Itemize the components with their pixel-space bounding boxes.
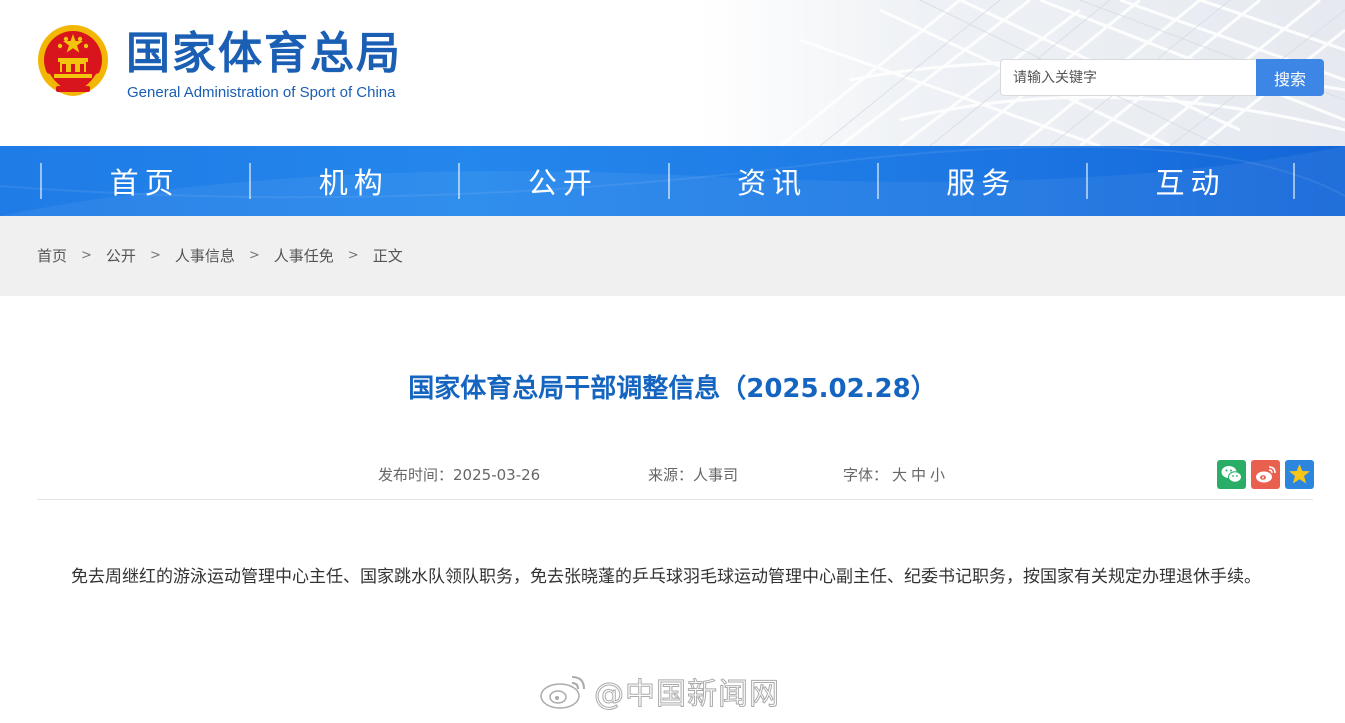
watermark-text: @中国新闻网 <box>594 677 780 713</box>
watermark: @中国新闻网 <box>538 668 780 714</box>
breadcrumb-separator: > <box>248 248 260 263</box>
nav-item-interaction[interactable]: 互动 <box>1085 146 1296 216</box>
breadcrumb-separator: > <box>347 248 359 263</box>
search-button[interactable]: 搜索 <box>1256 59 1324 96</box>
meta-divider <box>37 499 1313 500</box>
font-size-label: 字体： <box>843 466 889 484</box>
font-size-controls: 字体：大中小 <box>843 464 945 485</box>
nav-item-label: 公开 <box>527 166 598 200</box>
nav-items: 首页 机构 公开 资讯 服务 互动 <box>40 146 1296 216</box>
share-buttons <box>1217 460 1314 489</box>
site-header: 国家体育总局 General Administration of Sport o… <box>0 0 1345 146</box>
nav-separator <box>1085 163 1088 199</box>
nav-separator <box>1293 163 1296 199</box>
breadcrumb-bar: 首页 > 公开 > 人事信息 > 人事任免 > 正文 <box>0 216 1345 296</box>
source-info: 来源：人事司 <box>648 464 738 485</box>
article-meta: 发布时间：2025-03-26 来源：人事司 字体：大中小 <box>0 464 1345 488</box>
site-title-english[interactable]: General Administration of Sport of China <box>127 83 395 103</box>
main-nav: 首页 机构 公开 资讯 服务 互动 <box>0 146 1345 216</box>
nav-item-organization[interactable]: 机构 <box>249 146 458 216</box>
search-input[interactable] <box>1000 59 1257 96</box>
weibo-icon[interactable] <box>1251 460 1280 489</box>
nav-separator <box>40 163 42 199</box>
national-emblem-icon <box>38 25 108 96</box>
font-size-medium[interactable]: 中 <box>911 466 926 484</box>
nav-item-label: 机构 <box>318 166 389 200</box>
site-title-chinese[interactable]: 国家体育总局 <box>126 28 402 80</box>
breadcrumb-separator: > <box>149 248 161 263</box>
search-box: 搜索 <box>1000 59 1324 96</box>
breadcrumb-disclosure[interactable]: 公开 <box>106 245 136 266</box>
nav-item-label: 首页 <box>109 166 180 200</box>
breadcrumb-current: 正文 <box>372 247 403 265</box>
breadcrumb: 首页 > 公开 > 人事信息 > 人事任免 > 正文 <box>37 245 403 266</box>
publish-label: 发布时间： <box>378 466 454 484</box>
breadcrumb-separator: > <box>81 248 92 263</box>
nav-separator <box>667 163 670 199</box>
article-body: 免去周继红的游泳运动管理中心主任、国家跳水队领队职务，免去张晓蓬的乒乓球羽毛球运… <box>71 567 1261 587</box>
wechat-icon[interactable] <box>1217 460 1246 489</box>
article-title: 国家体育总局干部调整信息（2025.02.28） <box>408 374 937 404</box>
nav-item-home[interactable]: 首页 <box>40 146 249 216</box>
breadcrumb-appointments[interactable]: 人事任免 <box>274 245 334 266</box>
publish-date: 2025-03-26 <box>453 466 541 484</box>
source-label: 来源： <box>648 466 694 484</box>
nav-item-label: 服务 <box>946 166 1017 200</box>
nav-item-services[interactable]: 服务 <box>876 146 1086 216</box>
nav-separator <box>249 163 252 199</box>
font-size-small[interactable]: 小 <box>930 466 945 484</box>
favorite-star-icon[interactable] <box>1285 460 1314 489</box>
publish-info: 发布时间：2025-03-26 <box>378 464 540 485</box>
nav-item-label: 资讯 <box>737 166 808 200</box>
breadcrumb-personnel-info[interactable]: 人事信息 <box>175 245 235 266</box>
nav-separator <box>458 163 461 199</box>
weibo-logo-icon <box>540 676 585 709</box>
font-size-large[interactable]: 大 <box>892 466 907 484</box>
nav-item-news[interactable]: 资讯 <box>667 146 877 216</box>
breadcrumb-home[interactable]: 首页 <box>37 245 67 266</box>
nav-item-label: 互动 <box>1155 166 1226 200</box>
nav-item-disclosure[interactable]: 公开 <box>458 146 667 216</box>
source-value: 人事司 <box>693 466 739 484</box>
nav-separator <box>876 163 879 199</box>
